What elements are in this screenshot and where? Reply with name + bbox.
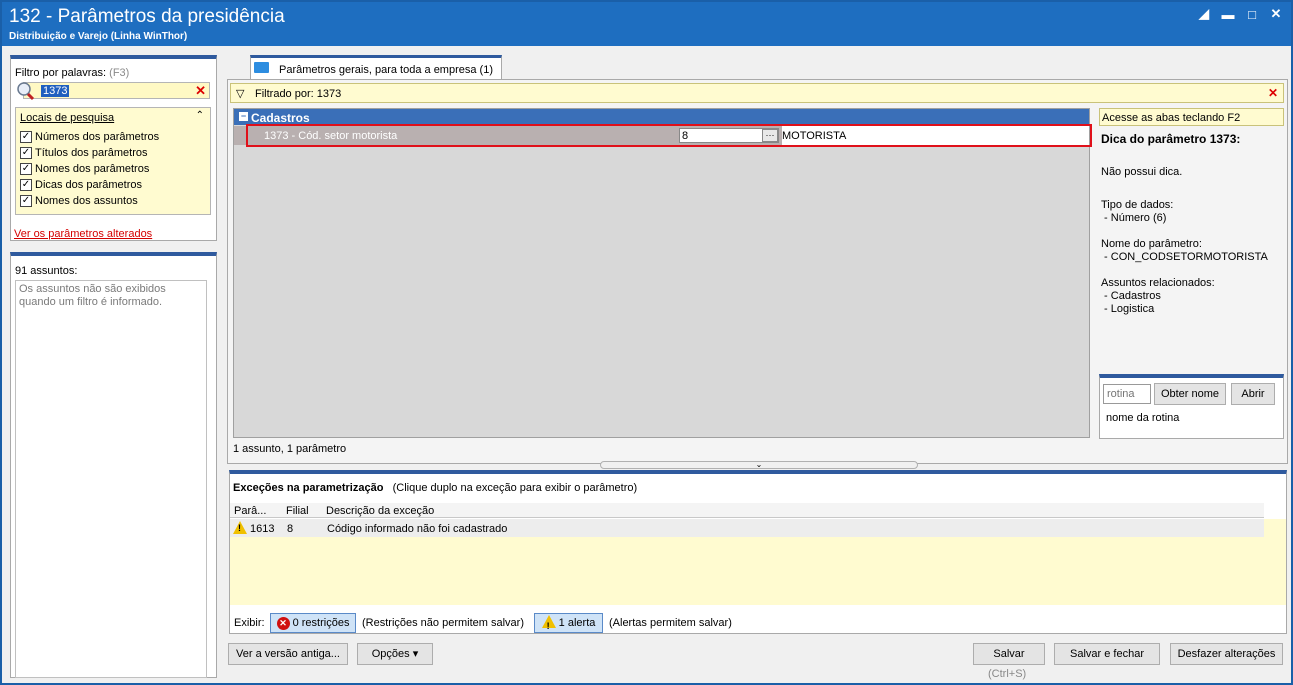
old-version-button[interactable]: Ver a versão antiga... [228, 643, 348, 665]
locais-item[interactable]: ✓ Nomes dos assuntos [20, 195, 138, 207]
window-title: 132 - Parâmetros da presidência [9, 6, 285, 27]
search-locations-box: Locais de pesquisa ⌃ ✓ Números dos parâme… [15, 107, 211, 215]
locais-item[interactable]: ✓ Números dos parâmetros [20, 131, 159, 143]
search-value: 1373 [41, 85, 70, 97]
save-close-button[interactable]: Salvar e fechar [1054, 643, 1160, 665]
obter-nome-button[interactable]: Obter nome [1154, 383, 1226, 405]
exibir-label: Exibir: [234, 617, 265, 629]
exception-row[interactable]: 1613 8 Código informado não foi cadastra… [230, 519, 1264, 537]
maximize-icon[interactable]: □ [1245, 7, 1259, 22]
folder-icon [254, 62, 269, 73]
assunto-item: - Cadastros [1101, 290, 1161, 302]
filter-label: Filtro por palavras: [15, 67, 107, 79]
tipo-value: - Número (6) [1101, 212, 1167, 224]
rotina-input[interactable] [1103, 384, 1151, 404]
app-window: 132 - Parâmetros da presidência Distribu… [0, 0, 1293, 685]
splitter-handle[interactable]: ⌄ [600, 461, 918, 469]
abrir-button[interactable]: Abrir [1231, 383, 1275, 405]
filter-bar: ▽ Filtrado por: 1373 ✕ [230, 83, 1284, 103]
options-button[interactable]: Opções ▾ [357, 643, 433, 665]
window-subtitle: Distribuição e Varejo (Linha WinThor) [9, 31, 188, 42]
search-input[interactable]: 1373 ✕ [23, 82, 210, 99]
rotina-label: nome da rotina [1106, 412, 1180, 424]
subjects-count: 91 assuntos: [15, 265, 78, 277]
collapse-group-icon[interactable]: − [239, 112, 248, 121]
params-count: 1 assunto, 1 parâmetro [233, 443, 347, 455]
group-label: Cadastros [251, 111, 310, 125]
alerta-button[interactable]: 1 alerta [534, 613, 603, 635]
params-grid: − Cadastros 1373 - Cód. setor motorista … [233, 108, 1090, 438]
checkbox-checked-icon[interactable]: ✓ [20, 131, 32, 143]
rotina-panel: Obter nome Abrir nome da rotina [1099, 374, 1284, 439]
filter-panel: Filtro por palavras: (F3) 1373 ✕ Locais … [10, 55, 217, 241]
exceptions-subtitle: (Clique duplo na exceção para exibir o p… [392, 482, 638, 494]
locais-item[interactable]: ✓ Nomes dos parâmetros [20, 163, 149, 175]
collapse-icon[interactable]: ⌃ [196, 110, 204, 121]
checkbox-checked-icon[interactable]: ✓ [20, 179, 32, 191]
col-desc[interactable]: Descrição da exceção [326, 505, 434, 517]
minimize-icon[interactable]: ▬ [1221, 7, 1235, 22]
subjects-panel: 91 assuntos: Os assuntos não são exibido… [10, 252, 217, 678]
nome-value: - CON_CODSETORMOTORISTA [1101, 251, 1268, 263]
checkbox-checked-icon[interactable]: ✓ [20, 163, 32, 175]
save-button[interactable]: Salvar [973, 643, 1045, 665]
title-bar: 132 - Parâmetros da presidência Distribu… [2, 2, 1291, 46]
nome-label: Nome do parâmetro: [1101, 238, 1202, 250]
clear-filter-icon[interactable]: ✕ [1268, 86, 1278, 100]
filter-text: Filtrado por: 1373 [255, 88, 342, 100]
locais-item[interactable]: ✓ Dicas dos parâmetros [20, 179, 142, 191]
checkbox-checked-icon[interactable]: ✓ [20, 147, 32, 159]
restricoes-button[interactable]: ✕ 0 restrições [270, 613, 356, 633]
undo-button[interactable]: Desfazer alterações [1170, 643, 1283, 665]
funnel-icon: ▽ [236, 88, 245, 100]
highlight-box [246, 124, 1092, 147]
exceptions-header: Parâ... Filial Descrição da exceção [230, 503, 1264, 518]
tipo-label: Tipo de dados: [1101, 199, 1174, 211]
exceptions-body: 1613 8 Código informado não foi cadastra… [230, 519, 1286, 605]
assuntos-label: Assuntos relacionados: [1101, 277, 1215, 289]
hint-title: Dica do parâmetro 1373: [1101, 132, 1241, 146]
col-param[interactable]: Parâ... [234, 505, 266, 517]
changed-params-link[interactable]: Ver os parâmetros alterados [14, 228, 152, 240]
assunto-item: - Logistica [1101, 303, 1155, 315]
close-icon[interactable]: ✕ [1269, 6, 1283, 21]
alerta-note: (Alertas permitem salvar) [609, 617, 732, 629]
col-filial[interactable]: Filial [286, 505, 309, 517]
restricoes-note: (Restrições não permitem salvar) [362, 617, 524, 629]
checkbox-checked-icon[interactable]: ✓ [20, 195, 32, 207]
magnifier-icon [17, 82, 35, 101]
group-header[interactable]: − Cadastros [234, 109, 1089, 125]
filter-shortcut: (F3) [109, 67, 130, 79]
locais-item[interactable]: ✓ Títulos dos parâmetros [20, 147, 148, 159]
tab-general-params[interactable]: Parâmetros gerais, para toda a empresa (… [250, 55, 502, 81]
warning-icon [541, 615, 556, 635]
clear-search-icon[interactable]: ✕ [195, 83, 206, 99]
locais-header: Locais de pesquisa [20, 112, 115, 124]
subjects-list: Os assuntos não são exibidos quando um f… [15, 280, 207, 678]
warning-icon [233, 521, 247, 534]
tabs-hint: Acesse as abas teclando F2 [1099, 108, 1284, 126]
error-icon: ✕ [276, 617, 290, 630]
exceptions-title: Exceções na parametrização [233, 482, 384, 494]
hint-text: Não possui dica. [1101, 166, 1183, 178]
exceptions-panel: Exceções na parametrização (Clique duplo… [229, 470, 1287, 635]
save-shortcut: (Ctrl+S) [988, 668, 1027, 680]
hint-panel: Dica do parâmetro 1373: Não possui dica.… [1101, 133, 1286, 316]
restore-icon[interactable]: ◢ [1197, 6, 1211, 21]
tab-label: Parâmetros gerais, para toda a empresa (… [279, 64, 493, 76]
